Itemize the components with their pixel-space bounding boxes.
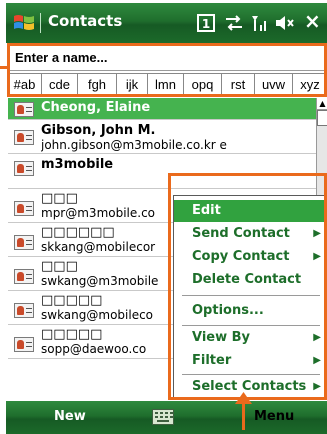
contact-name: Cheong, Elaine <box>41 100 151 115</box>
sync-arrows-icon[interactable] <box>224 14 244 32</box>
menu-softkey[interactable]: Menu <box>254 409 294 424</box>
contact-detail: mpr@m3mobile.co <box>41 206 156 220</box>
title-separator <box>40 13 41 33</box>
contact-name: □□□ <box>41 259 78 274</box>
title-bar: Contacts 1 × <box>6 3 327 43</box>
contact-card-icon <box>14 102 34 117</box>
contact-name: □□□□□ <box>41 293 103 308</box>
contact-card-icon <box>14 161 34 176</box>
volume-icon[interactable] <box>274 13 296 33</box>
scroll-thumb[interactable] <box>317 110 327 126</box>
contact-name: □□□□□ <box>41 327 103 342</box>
new-softkey[interactable]: New <box>54 409 86 424</box>
signal-icon[interactable] <box>250 13 270 33</box>
softkey-bar: New Menu <box>6 401 327 434</box>
svg-text:1: 1 <box>202 17 210 31</box>
contact-name: □□□□□□ <box>41 225 115 240</box>
contact-name: m3mobile <box>41 157 114 172</box>
annotation-pointer <box>242 400 245 430</box>
list-item[interactable]: Gibson, John M. john.gibson@m3mobile.co.… <box>8 121 316 154</box>
annotation-box-menu <box>168 173 327 400</box>
keyboard-icon[interactable] <box>152 409 174 425</box>
contact-card-icon <box>14 130 34 145</box>
contact-card-icon <box>14 269 34 284</box>
windows-start-icon[interactable] <box>12 11 36 35</box>
contact-detail: swkang@m3mobile <box>41 274 159 288</box>
contact-name: Gibson, John M. <box>41 123 156 138</box>
app-title: Contacts <box>48 12 123 30</box>
sim-card-icon[interactable]: 1 <box>196 13 216 33</box>
annotation-arrow-icon <box>235 392 252 404</box>
contact-card-icon <box>14 337 34 352</box>
contact-card-icon <box>14 235 34 250</box>
scroll-up-arrow-icon[interactable]: ▲ <box>317 98 327 110</box>
contact-detail: sopp@daewoo.co <box>41 342 147 356</box>
contact-detail: skkang@mobilecor <box>41 240 156 254</box>
annotation-box-search <box>7 43 327 97</box>
contact-card-icon <box>14 201 34 216</box>
close-icon[interactable]: × <box>304 9 321 33</box>
contact-card-icon <box>14 303 34 318</box>
list-item[interactable]: Cheong, Elaine <box>8 98 316 120</box>
contact-detail: john.gibson@m3mobile.co.kr e <box>41 138 227 152</box>
annotation-pointer <box>0 66 8 69</box>
contact-detail: swkang@mobileco <box>41 308 154 322</box>
contact-name: □□□ <box>41 191 78 206</box>
